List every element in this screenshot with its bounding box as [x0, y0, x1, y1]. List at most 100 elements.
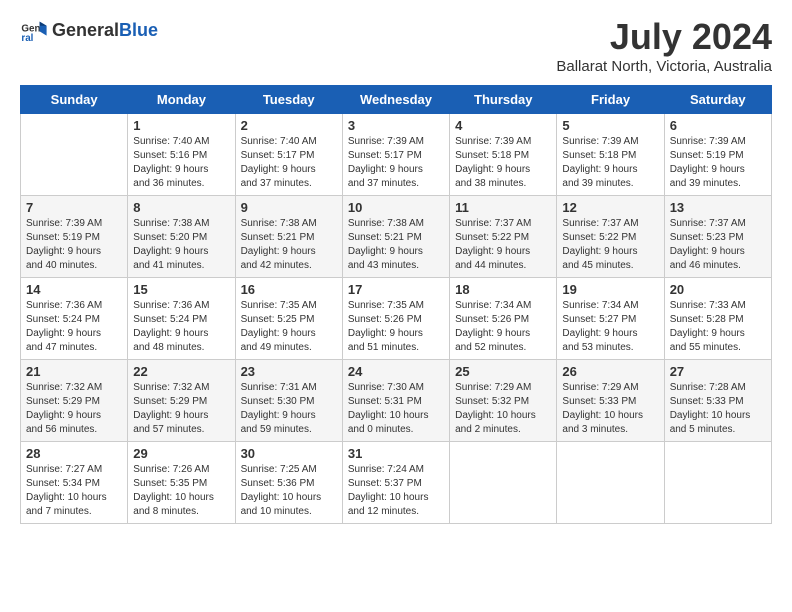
calendar-cell: 15 Sunrise: 7:36 AMSunset: 5:24 PMDayligh…	[128, 278, 235, 360]
calendar-cell: 24 Sunrise: 7:30 AMSunset: 5:31 PMDayligh…	[342, 360, 449, 442]
day-info: Sunrise: 7:39 AMSunset: 5:19 PMDaylight:…	[26, 217, 122, 273]
calendar-cell: 13 Sunrise: 7:37 AMSunset: 5:23 PMDayligh…	[664, 196, 771, 278]
calendar-cell: 27 Sunrise: 7:28 AMSunset: 5:33 PMDayligh…	[664, 360, 771, 442]
day-info: Sunrise: 7:39 AMSunset: 5:18 PMDaylight:…	[562, 135, 658, 191]
day-info: Sunrise: 7:38 AMSunset: 5:21 PMDaylight:…	[241, 217, 337, 273]
day-info: Sunrise: 7:37 AMSunset: 5:22 PMDaylight:…	[455, 217, 551, 273]
calendar-cell: 2Sunrise: 7:40 AMSunset: 5:17 PMDaylight…	[235, 114, 342, 196]
day-number: 5	[562, 118, 658, 133]
day-number: 10	[348, 200, 444, 215]
day-info: Sunrise: 7:38 AMSunset: 5:20 PMDaylight:…	[133, 217, 229, 273]
day-number: 21	[26, 364, 122, 379]
day-info: Sunrise: 7:40 AMSunset: 5:16 PMDaylight:…	[133, 135, 229, 191]
logo-text-general: General	[52, 20, 119, 40]
day-number: 23	[241, 364, 337, 379]
day-number: 14	[26, 282, 122, 297]
calendar-cell: 8 Sunrise: 7:38 AMSunset: 5:20 PMDaylight…	[128, 196, 235, 278]
day-number: 24	[348, 364, 444, 379]
calendar-week-2: 7Sunrise: 7:39 AMSunset: 5:19 PMDaylight…	[21, 196, 772, 278]
day-number: 31	[348, 446, 444, 461]
calendar-cell: 9 Sunrise: 7:38 AMSunset: 5:21 PMDaylight…	[235, 196, 342, 278]
day-number: 16	[241, 282, 337, 297]
day-number: 3	[348, 118, 444, 133]
calendar-cell: 1 Sunrise: 7:40 AMSunset: 5:16 PMDaylight…	[128, 114, 235, 196]
calendar-cell: 16Sunrise: 7:35 AMSunset: 5:25 PMDayligh…	[235, 278, 342, 360]
header: Gene ral GeneralBlue July 2024 Ballarat …	[20, 16, 772, 75]
day-info: Sunrise: 7:37 AMSunset: 5:22 PMDaylight:…	[562, 217, 658, 273]
main-title: July 2024	[556, 16, 772, 58]
day-number: 9	[241, 200, 337, 215]
calendar-cell: 21Sunrise: 7:32 AMSunset: 5:29 PMDayligh…	[21, 360, 128, 442]
day-number: 8	[133, 200, 229, 215]
calendar-header-sunday: Sunday	[21, 86, 128, 114]
day-number: 27	[670, 364, 766, 379]
calendar-cell: 3Sunrise: 7:39 AMSunset: 5:17 PMDaylight…	[342, 114, 449, 196]
day-number: 18	[455, 282, 551, 297]
calendar-header-saturday: Saturday	[664, 86, 771, 114]
day-info: Sunrise: 7:25 AMSunset: 5:36 PMDaylight:…	[241, 463, 337, 519]
day-number: 2	[241, 118, 337, 133]
day-number: 26	[562, 364, 658, 379]
day-number: 15	[133, 282, 229, 297]
calendar-cell	[450, 442, 557, 524]
calendar-cell: 10 Sunrise: 7:38 AMSunset: 5:21 PMDayligh…	[342, 196, 449, 278]
day-number: 28	[26, 446, 122, 461]
logo: Gene ral GeneralBlue	[20, 16, 158, 44]
calendar-cell: 19Sunrise: 7:34 AMSunset: 5:27 PMDayligh…	[557, 278, 664, 360]
calendar-cell: 11Sunrise: 7:37 AMSunset: 5:22 PMDayligh…	[450, 196, 557, 278]
calendar-cell: 31 Sunrise: 7:24 AMSunset: 5:37 PMDayligh…	[342, 442, 449, 524]
day-info: Sunrise: 7:38 AMSunset: 5:21 PMDaylight:…	[348, 217, 444, 273]
svg-text:ral: ral	[21, 33, 33, 44]
day-info: Sunrise: 7:36 AMSunset: 5:24 PMDaylight:…	[133, 299, 229, 355]
day-number: 29	[133, 446, 229, 461]
day-info: Sunrise: 7:31 AMSunset: 5:30 PMDaylight:…	[241, 381, 337, 437]
day-info: Sunrise: 7:36 AMSunset: 5:24 PMDaylight:…	[26, 299, 122, 355]
day-number: 1	[133, 118, 229, 133]
day-info: Sunrise: 7:39 AMSunset: 5:19 PMDaylight:…	[670, 135, 766, 191]
day-info: Sunrise: 7:26 AMSunset: 5:35 PMDaylight:…	[133, 463, 229, 519]
calendar-cell: 28 Sunrise: 7:27 AMSunset: 5:34 PMDayligh…	[21, 442, 128, 524]
day-info: Sunrise: 7:28 AMSunset: 5:33 PMDaylight:…	[670, 381, 766, 437]
calendar-cell: 4 Sunrise: 7:39 AMSunset: 5:18 PMDaylight…	[450, 114, 557, 196]
day-info: Sunrise: 7:35 AMSunset: 5:26 PMDaylight:…	[348, 299, 444, 355]
calendar-cell: 5 Sunrise: 7:39 AMSunset: 5:18 PMDaylight…	[557, 114, 664, 196]
title-area: July 2024 Ballarat North, Victoria, Aust…	[556, 16, 772, 75]
calendar-cell: 25Sunrise: 7:29 AMSunset: 5:32 PMDayligh…	[450, 360, 557, 442]
calendar-header-wednesday: Wednesday	[342, 86, 449, 114]
calendar-week-1: 1 Sunrise: 7:40 AMSunset: 5:16 PMDaylight…	[21, 114, 772, 196]
calendar-header-row: SundayMondayTuesdayWednesdayThursdayFrid…	[21, 86, 772, 114]
calendar-cell: 14 Sunrise: 7:36 AMSunset: 5:24 PMDayligh…	[21, 278, 128, 360]
day-number: 12	[562, 200, 658, 215]
day-number: 17	[348, 282, 444, 297]
day-info: Sunrise: 7:30 AMSunset: 5:31 PMDaylight:…	[348, 381, 444, 437]
day-info: Sunrise: 7:27 AMSunset: 5:34 PMDaylight:…	[26, 463, 122, 519]
calendar-cell: 6Sunrise: 7:39 AMSunset: 5:19 PMDaylight…	[664, 114, 771, 196]
day-number: 22	[133, 364, 229, 379]
calendar-cell: 29 Sunrise: 7:26 AMSunset: 5:35 PMDayligh…	[128, 442, 235, 524]
calendar-header-tuesday: Tuesday	[235, 86, 342, 114]
day-info: Sunrise: 7:34 AMSunset: 5:27 PMDaylight:…	[562, 299, 658, 355]
calendar-week-5: 28 Sunrise: 7:27 AMSunset: 5:34 PMDayligh…	[21, 442, 772, 524]
calendar-cell: 7Sunrise: 7:39 AMSunset: 5:19 PMDaylight…	[21, 196, 128, 278]
day-info: Sunrise: 7:33 AMSunset: 5:28 PMDaylight:…	[670, 299, 766, 355]
calendar-cell: 12 Sunrise: 7:37 AMSunset: 5:22 PMDayligh…	[557, 196, 664, 278]
day-number: 20	[670, 282, 766, 297]
calendar-header-thursday: Thursday	[450, 86, 557, 114]
day-info: Sunrise: 7:24 AMSunset: 5:37 PMDaylight:…	[348, 463, 444, 519]
calendar: SundayMondayTuesdayWednesdayThursdayFrid…	[20, 85, 772, 524]
calendar-cell	[557, 442, 664, 524]
calendar-cell: 23 Sunrise: 7:31 AMSunset: 5:30 PMDayligh…	[235, 360, 342, 442]
calendar-cell: 20 Sunrise: 7:33 AMSunset: 5:28 PMDayligh…	[664, 278, 771, 360]
calendar-body: 1 Sunrise: 7:40 AMSunset: 5:16 PMDaylight…	[21, 114, 772, 524]
day-info: Sunrise: 7:37 AMSunset: 5:23 PMDaylight:…	[670, 217, 766, 273]
calendar-week-4: 21Sunrise: 7:32 AMSunset: 5:29 PMDayligh…	[21, 360, 772, 442]
calendar-cell: 17 Sunrise: 7:35 AMSunset: 5:26 PMDayligh…	[342, 278, 449, 360]
day-number: 13	[670, 200, 766, 215]
day-number: 4	[455, 118, 551, 133]
day-number: 30	[241, 446, 337, 461]
calendar-week-3: 14 Sunrise: 7:36 AMSunset: 5:24 PMDayligh…	[21, 278, 772, 360]
calendar-header-monday: Monday	[128, 86, 235, 114]
day-info: Sunrise: 7:39 AMSunset: 5:18 PMDaylight:…	[455, 135, 551, 191]
logo-icon: Gene ral	[20, 16, 48, 44]
day-info: Sunrise: 7:29 AMSunset: 5:33 PMDaylight:…	[562, 381, 658, 437]
